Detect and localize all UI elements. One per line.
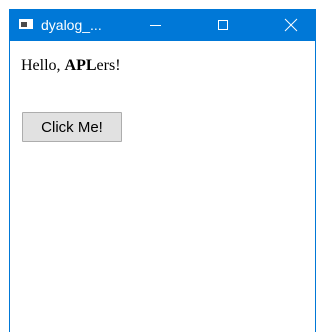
close-button[interactable] — [268, 9, 314, 41]
app-window: dyalog_... Hello, APLers! Click Me! — [9, 9, 316, 332]
title-bar[interactable]: dyalog_... — [9, 9, 316, 41]
click-me-button[interactable]: Click Me! — [22, 112, 122, 142]
window-title: dyalog_... — [41, 17, 102, 33]
window-content: Hello, APLers! Click Me! — [10, 41, 315, 332]
close-icon — [284, 18, 298, 32]
window-app-icon — [19, 19, 33, 29]
minimize-button[interactable] — [132, 9, 178, 41]
minimize-icon — [149, 24, 161, 26]
maximize-icon — [218, 20, 228, 30]
maximize-button[interactable] — [200, 9, 246, 41]
greeting-prefix: Hello, — [21, 57, 65, 74]
greeting-suffix: ers! — [96, 57, 121, 74]
greeting-bold: APL — [64, 57, 97, 74]
greeting-text: Hello, APLers! — [21, 56, 121, 76]
